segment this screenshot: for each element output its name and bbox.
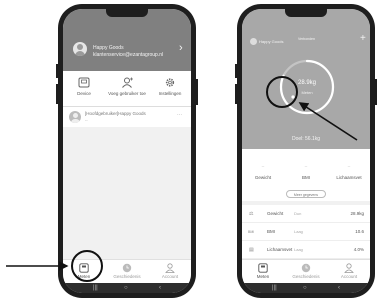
stat-bmi: -- BMI (285, 149, 327, 180)
tab-bar: Meten Geschiedenis Account (242, 259, 370, 283)
phone-left: Happy Goods klantenservice@ezantagroup.n… (56, 4, 198, 298)
measure-status: Meten (301, 90, 313, 95)
list-item-name: BMI (267, 229, 276, 234)
home-icon[interactable]: ○ (124, 284, 128, 292)
avatar (69, 111, 81, 123)
scale-icon (79, 263, 89, 273)
tab-account[interactable]: Account (328, 263, 370, 279)
recent-apps-icon[interactable]: ||| (93, 284, 98, 292)
user-subtext: -- (85, 117, 88, 122)
more-icon[interactable]: ··· (177, 112, 182, 118)
more-data-button[interactable]: Meer gegevens (286, 190, 326, 198)
avatar[interactable] (250, 38, 257, 45)
tab-history[interactable]: Geschiedenis (285, 263, 327, 279)
tab-history[interactable]: Geschiedenis (106, 263, 148, 279)
list-item-status: Laag (294, 247, 303, 252)
stat-weight-label: Gewicht (254, 175, 272, 180)
add-icon[interactable]: + (360, 34, 366, 44)
tab-account-label: Account (340, 274, 358, 279)
tab-history-label: Geschiedenis (113, 274, 141, 279)
history-icon (301, 263, 311, 273)
stat-bmi-value: -- (304, 163, 308, 168)
avatar[interactable] (73, 42, 87, 56)
tab-history-label: Geschiedenis (292, 274, 320, 279)
power-button (375, 79, 377, 105)
volume-button (235, 84, 237, 104)
scale-icon: ⚖ (249, 211, 254, 217)
volume-button (235, 64, 237, 78)
add-user-label: Voeg gebruiker toe (108, 91, 146, 96)
scale-icon (258, 263, 268, 273)
device-icon (78, 77, 90, 88)
list-item-name: Lichaamsvet (267, 247, 293, 252)
system-nav-bar: ||| ○ ‹ (63, 283, 191, 293)
settings-label: Instellingen (158, 91, 182, 96)
add-user-icon (122, 77, 133, 88)
tab-bar: Meten Geschiedenis Account (63, 259, 191, 283)
tab-measure-label: Meten (256, 274, 270, 279)
list-item[interactable]: BMI BMI Laag 10.6 (242, 223, 370, 241)
weight-value: 28.9kg (297, 80, 316, 86)
phone-right: Happy Goods Verbonden + 28.9kg Meten Doe… (235, 4, 377, 298)
volume-button (56, 84, 58, 104)
list-item-status: Dun (294, 211, 302, 216)
stats-panel: -- Gewicht -- BMI -- Lichaamsvet Meer ge… (242, 149, 370, 201)
stat-body-fat-value: -- (347, 163, 351, 168)
screen-right: Happy Goods Verbonden + 28.9kg Meten Doe… (242, 9, 370, 293)
device-button[interactable]: Device (63, 77, 105, 96)
ring-marker (291, 95, 295, 99)
notch (106, 9, 148, 17)
goal-weight: Doel: 56.1kg (291, 136, 321, 142)
stat-body-fat: -- Lichaamsvet (328, 149, 370, 180)
recent-apps-icon[interactable]: ||| (272, 284, 277, 292)
user-list-item[interactable]: [Hoofdgebruiker]Happy Goods -- ··· (63, 107, 191, 127)
screen-left: Happy Goods klantenservice@ezantagroup.n… (63, 9, 191, 293)
tab-account-label: Account (161, 274, 179, 279)
list-item-value: 4.0% (353, 247, 364, 252)
measurement-panel: Happy Goods Verbonden + 28.9kg Meten Doe… (242, 9, 370, 149)
profile-header[interactable]: Happy Goods klantenservice@ezantagroup.n… (63, 9, 191, 71)
list-item[interactable]: ⚖ Gewicht Dun 28.9kg (242, 205, 370, 223)
system-nav-bar: ||| ○ ‹ (242, 283, 370, 293)
body-fat-icon: ▤ (249, 247, 254, 253)
stat-body-fat-label: Lichaamsvet (336, 175, 362, 180)
back-icon[interactable]: ‹ (338, 284, 340, 292)
measurement-list: ⚖ Gewicht Dun 28.9kg BMI BMI Laag 10.6 ▤… (242, 205, 370, 259)
stat-weight: -- Gewicht (242, 149, 284, 180)
tab-measure-label: Meten (77, 274, 91, 279)
connection-status: Verbonden (298, 37, 315, 41)
history-icon (122, 263, 132, 273)
user-name: Happy Goods (259, 39, 284, 44)
list-item-name: Gewicht (267, 211, 284, 216)
back-icon[interactable]: ‹ (159, 284, 161, 292)
power-button (196, 79, 198, 105)
profile-name: Happy Goods (93, 45, 124, 51)
list-item-status: Laag (294, 229, 303, 234)
chevron-right-icon[interactable]: › (179, 43, 183, 54)
device-label: Device (77, 91, 91, 96)
tab-measure[interactable]: Meten (242, 263, 284, 279)
gear-icon (165, 78, 175, 87)
volume-button (56, 64, 58, 78)
list-item[interactable]: ▤ Lichaamsvet Laag 4.0% (242, 241, 370, 259)
weight-ring (279, 59, 335, 115)
stat-bmi-label: BMI (301, 175, 310, 180)
tab-account[interactable]: Account (149, 263, 191, 279)
account-icon (165, 263, 175, 273)
user-name: [Hoofdgebruiker]Happy Goods (85, 111, 146, 116)
profile-email: klantenservice@ezantagroup.nl (93, 52, 164, 58)
stat-weight-value: -- (261, 163, 265, 168)
list-item-value: 10.6 (355, 229, 364, 234)
list-item-value: 28.9kg (350, 211, 364, 216)
account-icon (344, 263, 354, 273)
notch (285, 9, 327, 17)
home-icon[interactable]: ○ (303, 284, 307, 292)
bmi-icon: BMI (248, 230, 255, 234)
toolbar: Device Voeg gebruiker toe Instellingen (63, 71, 191, 107)
settings-button[interactable]: Instellingen (149, 77, 191, 96)
add-user-button[interactable]: Voeg gebruiker toe (106, 77, 148, 96)
tab-measure[interactable]: Meten (63, 263, 105, 279)
